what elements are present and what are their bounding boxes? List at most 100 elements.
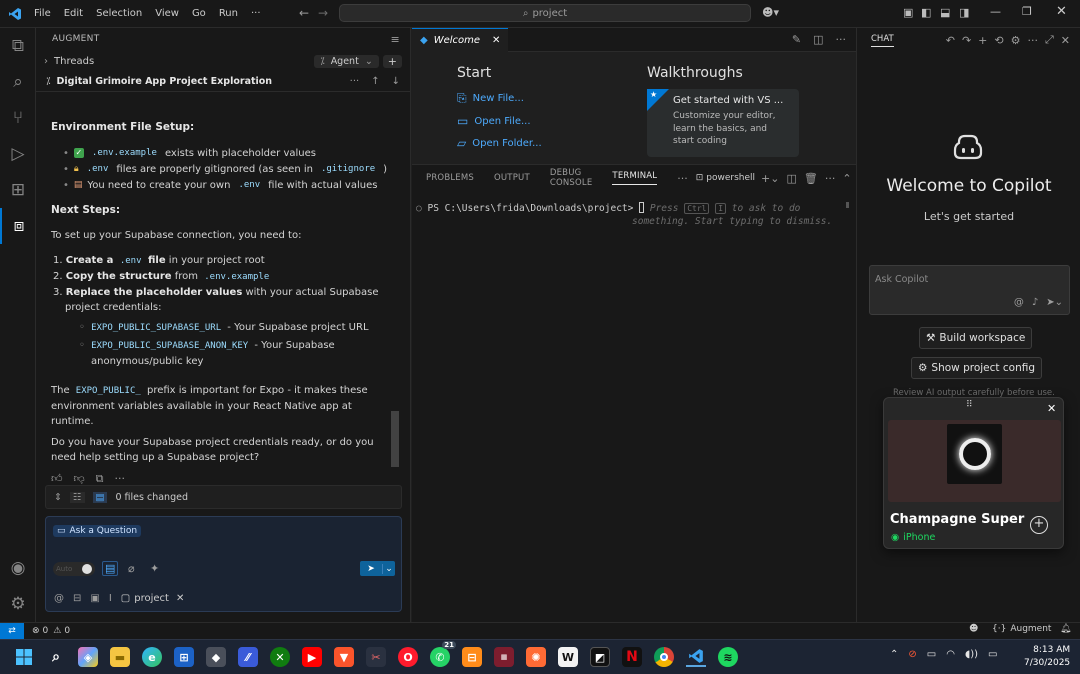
open-file-link[interactable]: ▭ Open File...	[457, 114, 542, 128]
remote-indicator[interactable]: ⇄	[0, 623, 24, 639]
settings-gear-icon[interactable]: ⚙	[0, 586, 36, 622]
taskbar-search-icon[interactable]: ⌕	[46, 647, 66, 667]
xbox-icon[interactable]: ✕	[270, 647, 290, 667]
terminal-output[interactable]: ○ PS C:\Users\frida\Downloads\project> P…	[416, 202, 846, 228]
tab-output[interactable]: OUTPUT	[494, 173, 530, 183]
scroll-down-icon[interactable]: ↓	[392, 76, 400, 87]
chat-mode-icon[interactable]: ▤	[102, 561, 119, 576]
copy-icon[interactable]: ⧉	[96, 471, 104, 486]
split-editor-icon[interactable]: ◫	[813, 33, 823, 46]
chat-more-icon[interactable]: ···	[1027, 34, 1038, 47]
attach-icon[interactable]: ⌀	[128, 562, 135, 575]
split-terminal-icon[interactable]: ◫	[786, 172, 796, 185]
white-w-app-icon[interactable]: W	[558, 647, 578, 667]
redo-icon[interactable]: ↷	[962, 34, 971, 47]
new-file-link[interactable]: ⎘ New File...	[457, 91, 542, 106]
menu-file[interactable]: File	[34, 8, 51, 19]
menu-icon[interactable]: ≡	[390, 33, 400, 46]
thumbs-down-icon[interactable]: 👎︎	[74, 471, 85, 486]
tray-overflow-icon[interactable]: ⌃	[890, 649, 898, 660]
edge-browser-icon[interactable]: e	[142, 647, 162, 667]
list-view-icon[interactable]: ☷	[69, 491, 85, 503]
terminal-scrollbar[interactable]	[846, 202, 849, 208]
agent-mode-dropdown[interactable]: ⁒ Agent ⌄	[314, 54, 379, 68]
chat-settings-icon[interactable]: ⚙	[1011, 34, 1021, 47]
panel-more-icon[interactable]: ···	[677, 172, 688, 185]
sparkle-icon[interactable]: ✦	[150, 562, 159, 575]
media-player-overlay[interactable]: ⠿ ✕ Champagne Super ◉ iPhone +	[883, 397, 1064, 549]
tab-welcome[interactable]: ◆ Welcome ✕	[412, 27, 509, 52]
cube-app-icon[interactable]: ◆	[206, 647, 226, 667]
drag-handle-icon[interactable]: ⠿	[966, 400, 973, 410]
orange-app-icon[interactable]: ⊟	[462, 647, 482, 667]
threads-toggle[interactable]: › Threads	[44, 56, 94, 67]
shell-selector[interactable]: ⊡ powershell	[696, 173, 755, 183]
new-chat-icon[interactable]: +	[978, 34, 987, 47]
close-window-icon[interactable]: ✕	[1056, 4, 1067, 19]
scrollbar-thumb[interactable]	[391, 411, 399, 467]
search-view-icon[interactable]: ⌕	[0, 64, 36, 100]
files-changed-bar[interactable]: ⇕ ☷ ▤ 0 files changed	[45, 485, 402, 509]
spotify-icon[interactable]: ≋	[718, 647, 738, 667]
file-view-icon[interactable]: ▤	[92, 491, 108, 503]
toggle-panel-icon[interactable]: ⬓	[940, 6, 950, 19]
tray-app-icon[interactable]: ⊘	[908, 649, 916, 660]
copilot-status-icon[interactable]: ☻	[969, 624, 978, 634]
microphone-icon[interactable]: ♪	[1032, 297, 1038, 308]
thread-more-icon[interactable]: ···	[350, 76, 360, 87]
auto-toggle[interactable]: Auto	[53, 562, 95, 576]
trash-icon[interactable]: 🗑︎	[804, 172, 818, 185]
text-cursor-icon[interactable]: I	[109, 593, 112, 604]
capcut-icon[interactable]: ◩	[590, 647, 610, 667]
burst-app-icon[interactable]: ✺	[526, 647, 546, 667]
remove-chip-icon[interactable]: ✕	[176, 593, 184, 604]
account-icon[interactable]: ◉	[0, 550, 36, 586]
file-explorer-icon[interactable]: ▬	[110, 647, 130, 667]
new-thread-icon[interactable]: +	[382, 54, 402, 68]
toggle-sidebar-icon[interactable]: ◧	[921, 6, 931, 19]
maximize-icon[interactable]: ❐	[1022, 5, 1032, 18]
copilot-icon[interactable]: ☻▾	[762, 6, 779, 19]
linear-app-icon[interactable]: ⁄⁄	[238, 647, 258, 667]
chat-title[interactable]: CHAT	[871, 34, 894, 47]
minimize-icon[interactable]: —	[990, 5, 1001, 18]
close-overlay-icon[interactable]: ✕	[1047, 402, 1056, 415]
brush-icon[interactable]: ✎	[792, 33, 801, 46]
menu-edit[interactable]: Edit	[64, 8, 83, 19]
source-control-icon[interactable]: ⑂	[0, 100, 36, 136]
show-project-config-button[interactable]: ⚙ Show project config	[911, 357, 1043, 379]
netflix-icon[interactable]: N	[622, 647, 642, 667]
youtube-icon[interactable]: ▶	[302, 647, 322, 667]
build-workspace-button[interactable]: ⚒ Build workspace	[919, 327, 1033, 349]
clock[interactable]: 8:13 AM 7/30/2025	[1024, 644, 1070, 670]
explorer-icon[interactable]: ⧉	[0, 28, 36, 64]
stack-icon[interactable]: ⊟	[73, 593, 81, 604]
dark-red-app-icon[interactable]: ▦	[494, 647, 514, 667]
copilot-app-icon[interactable]: ◈	[78, 647, 98, 667]
undo-icon[interactable]: ↶	[946, 34, 955, 47]
history-icon[interactable]: ⟲	[994, 34, 1003, 47]
toggle-secondary-sidebar-icon[interactable]: ◨	[959, 6, 969, 19]
expand-chat-icon[interactable]: ⤢	[1045, 33, 1054, 47]
battery-icon[interactable]: ▭	[988, 649, 997, 660]
extensions-icon[interactable]: ⊞	[0, 172, 36, 208]
close-chat-icon[interactable]: ✕	[1061, 34, 1070, 47]
run-debug-icon[interactable]: ▷	[0, 136, 36, 172]
brave-browser-icon[interactable]: ▼	[334, 647, 354, 667]
scroll-up-icon[interactable]: ↑	[371, 76, 379, 87]
chat-input-box[interactable]: ▭ Ask a Question Auto ▤ ⌀ ✦ ➤ ⌄ @ ⊟ ▣ I …	[45, 516, 402, 612]
mention-icon[interactable]: @	[1014, 297, 1024, 308]
volume-icon[interactable]: ◖))	[965, 649, 978, 660]
tray-screen-icon[interactable]: ▭	[927, 649, 936, 660]
thumbs-up-icon[interactable]: 👍︎	[51, 471, 63, 486]
walkthrough-card[interactable]: ★ Get started with VS ... Customize your…	[647, 89, 799, 157]
open-folder-link[interactable]: ▱ Open Folder...	[457, 136, 542, 150]
menu-more[interactable]: ···	[251, 8, 261, 19]
notifications-icon[interactable]: 🔔︎	[1060, 624, 1071, 634]
whatsapp-icon[interactable]: ✆ 21	[430, 641, 456, 667]
new-terminal-icon[interactable]: +⌄	[761, 172, 779, 185]
vscode-taskbar-icon[interactable]	[686, 647, 706, 667]
microsoft-store-icon[interactable]: ⊞	[174, 647, 194, 667]
menu-go[interactable]: Go	[192, 8, 206, 19]
problems-indicator[interactable]: ⊗ 0 ⚠ 0	[32, 626, 70, 636]
